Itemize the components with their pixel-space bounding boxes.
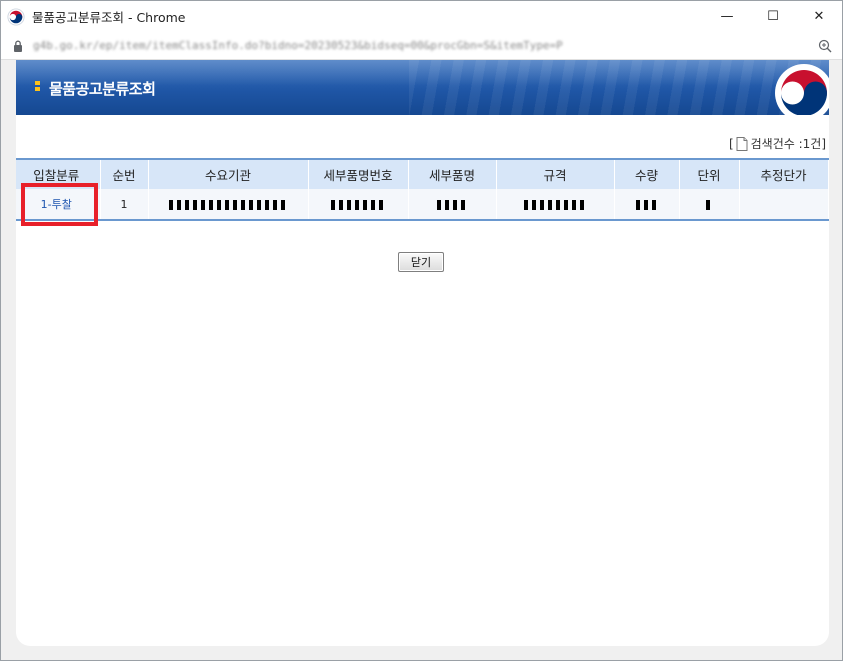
korea-gov-emblem-icon (775, 64, 829, 115)
count-label: 검색건수 :1건] (750, 137, 826, 151)
redacted-text (706, 199, 712, 210)
window-title: 물품공고분류조회 - Chrome (32, 10, 186, 25)
banner-pattern (409, 60, 829, 115)
zoom-icon[interactable] (818, 39, 832, 53)
cell-quantity (614, 189, 680, 221)
window-controls: — ☐ ✕ (704, 1, 842, 32)
close-window-button[interactable]: ✕ (796, 1, 842, 32)
title-marker-icon (35, 81, 40, 97)
redacted-text (524, 199, 586, 210)
cell-estimated-price (739, 189, 829, 221)
maximize-button[interactable]: ☐ (750, 1, 796, 32)
cell-unit (679, 189, 740, 221)
table-row: 1-투찰 1 (16, 189, 829, 221)
item-class-table: 입찰분류 순번 수요기관 세부품명번호 세부품명 규격 수량 단위 추정단가 1… (16, 158, 829, 221)
col-header-quantity: 수량 (614, 158, 680, 189)
page-title: 물품공고분류조회 (49, 80, 156, 98)
redacted-text (437, 199, 467, 210)
count-bracket: [ (728, 136, 734, 151)
minimize-button[interactable]: — (704, 1, 750, 32)
col-header-item-name: 세부품명 (408, 158, 497, 189)
cell-seq: 1 (100, 189, 149, 221)
table-header-row: 입찰분류 순번 수요기관 세부품명번호 세부품명 규격 수량 단위 추정단가 (16, 158, 829, 189)
col-header-estimated-price: 추정단가 (739, 158, 829, 189)
header-banner: 물품공고분류조회 (16, 60, 829, 115)
document-icon (736, 136, 748, 151)
title-bar[interactable]: 물품공고분류조회 - Chrome — ☐ ✕ (1, 1, 842, 32)
cell-item-number (308, 189, 409, 221)
highlight-box (21, 183, 98, 226)
browser-window: 물품공고분류조회 - Chrome — ☐ ✕ g4b.go.kr/ep/ite… (0, 0, 843, 661)
lock-icon[interactable] (13, 40, 23, 52)
address-bar[interactable]: g4b.go.kr/ep/item/itemClassInfo.do?bidno… (1, 32, 842, 60)
korea-gov-emblem-icon (7, 7, 25, 26)
close-button[interactable]: 닫기 (398, 252, 444, 272)
result-count: [ 검색건수 :1건] (729, 135, 826, 152)
cell-item-name (408, 189, 497, 221)
col-header-unit: 단위 (679, 158, 740, 189)
redacted-text (169, 199, 287, 210)
cell-demand-agency (148, 189, 309, 221)
cell-spec (496, 189, 615, 221)
col-header-spec: 규격 (496, 158, 615, 189)
col-header-demand-agency: 수요기관 (148, 158, 309, 189)
redacted-text (635, 199, 658, 210)
url-text[interactable]: g4b.go.kr/ep/item/itemClassInfo.do?bidno… (33, 39, 803, 53)
redacted-text (331, 199, 385, 210)
col-header-seq: 순번 (100, 158, 149, 189)
col-header-item-number: 세부품명번호 (308, 158, 409, 189)
popup-content: 물품공고분류조회 [ 검색건수 :1건] 입찰분류 순번 수요기관 세부품명번호… (16, 60, 829, 646)
